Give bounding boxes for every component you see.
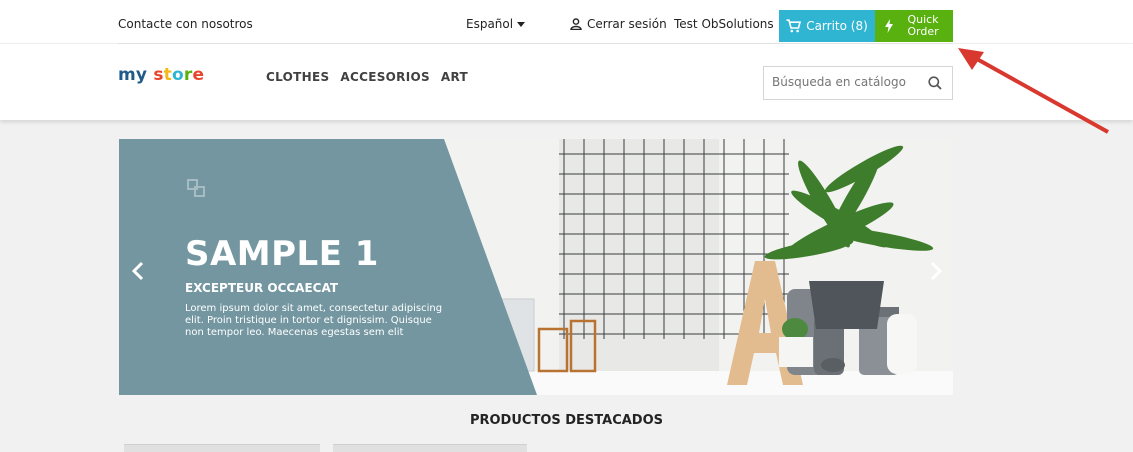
lightning-icon: [885, 19, 893, 33]
account-link[interactable]: Test ObSolutions: [674, 17, 774, 31]
language-label: Español: [466, 17, 514, 31]
chevron-left-icon[interactable]: [131, 261, 145, 281]
menu-item-art[interactable]: ART: [441, 70, 468, 84]
quick-order-button[interactable]: Quick Order: [875, 10, 953, 42]
quick-order-label: Quick Order: [907, 13, 939, 38]
slide-description: Lorem ipsum dolor sit amet, consectetur …: [185, 303, 443, 338]
site-header: my store CLOTHES ACCESORIOS ART: [0, 44, 1133, 120]
chevron-right-icon[interactable]: [929, 261, 943, 281]
logout-label: Cerrar sesión: [587, 17, 667, 31]
caret-down-icon: [517, 21, 526, 27]
search-icon[interactable]: [928, 76, 942, 90]
top-nav: Contacte con nosotros Español Cerrar ses…: [0, 0, 1133, 43]
product-card[interactable]: [124, 444, 320, 452]
logo-my: my: [118, 65, 148, 85]
user-icon: [570, 18, 582, 30]
cart-button[interactable]: Carrito (8): [779, 10, 875, 42]
slide-title: SAMPLE 1: [185, 234, 379, 274]
language-selector[interactable]: Español: [466, 17, 526, 31]
contact-link[interactable]: Contacte con nosotros: [118, 17, 253, 31]
menu-item-clothes[interactable]: CLOTHES: [266, 70, 329, 84]
image-slider: SAMPLE 1 EXCEPTEUR OCCAECAT Lorem ipsum …: [119, 139, 953, 395]
cart-icon: [786, 19, 802, 33]
store-logo[interactable]: my store: [118, 65, 204, 85]
layers-icon: [187, 179, 205, 197]
featured-products-heading: PRODUCTOS DESTACADOS: [469, 413, 664, 428]
product-card[interactable]: [333, 444, 527, 452]
main-menu: CLOTHES ACCESORIOS ART: [266, 70, 468, 84]
slide-subtitle: EXCEPTEUR OCCAECAT: [185, 281, 339, 295]
logo-store: store: [153, 65, 205, 85]
search-input[interactable]: [772, 75, 922, 89]
cart-label: Carrito (8): [806, 19, 868, 33]
logout-link[interactable]: Cerrar sesión: [570, 17, 667, 31]
search-box: [763, 66, 953, 100]
menu-item-accesorios[interactable]: ACCESORIOS: [340, 70, 430, 84]
